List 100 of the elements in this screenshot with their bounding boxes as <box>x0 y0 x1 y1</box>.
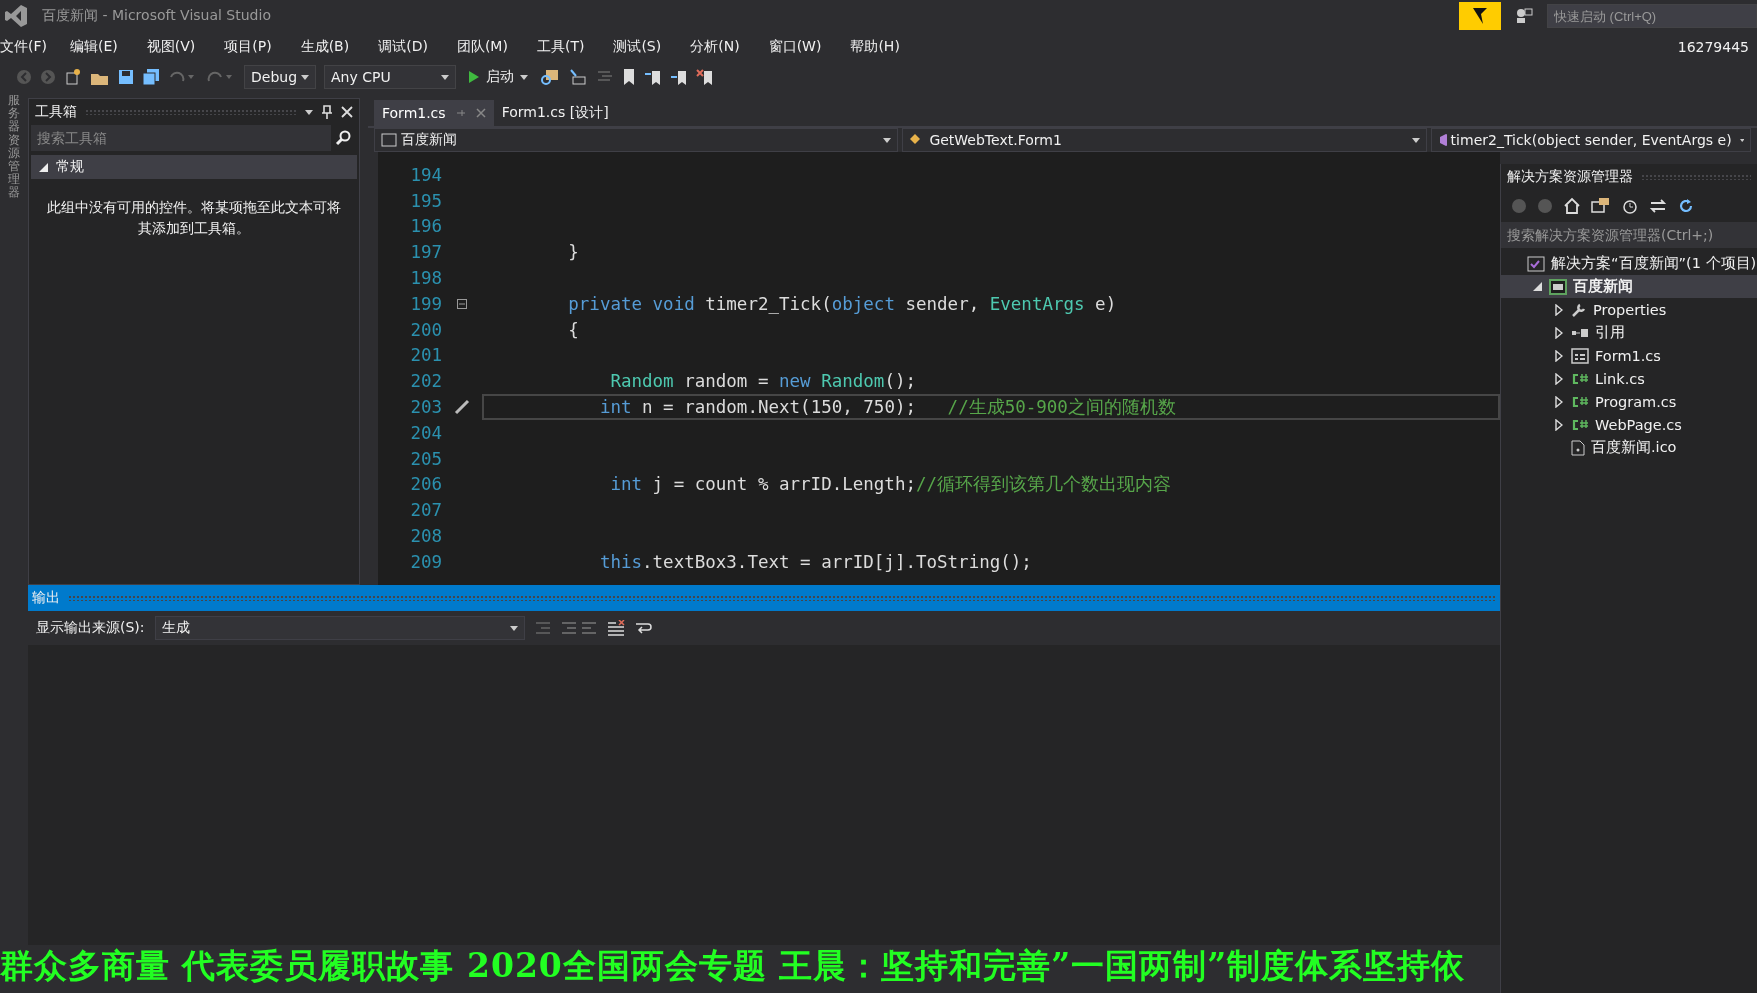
collapsed-icon[interactable] <box>1555 372 1563 385</box>
menu-item[interactable]: 生成(B) <box>300 38 361 56</box>
menu-item[interactable]: 团队(M) <box>456 38 519 56</box>
code-line: private void timer2_Tick(object sender, EventArgs e) <box>567 292 1118 316</box>
project-icon <box>1549 278 1567 295</box>
line-number: 208 <box>409 526 442 547</box>
tree-item[interactable]: WebPage.cs <box>1501 413 1757 436</box>
menu-item[interactable]: 工具(T) <box>536 38 596 56</box>
output-source-dropdown[interactable]: 生成 <box>154 616 525 640</box>
tree-item[interactable]: 解决方案“百度新闻”(1 个项目) <box>1501 252 1757 275</box>
toolbox-group[interactable]: 常规 <box>31 155 357 179</box>
refresh-icon[interactable] <box>1677 197 1695 215</box>
clear-all-icon[interactable] <box>606 620 625 636</box>
menu-item[interactable]: 项目(P) <box>224 38 283 56</box>
next-bookmark-icon[interactable] <box>670 68 688 86</box>
expanded-icon[interactable] <box>1532 282 1542 291</box>
tree-item[interactable]: Form1.cs <box>1501 344 1757 367</box>
menu-item[interactable]: 文件(F) <box>0 38 58 56</box>
chat-icon[interactable] <box>1515 7 1533 25</box>
panel-title: 输出 <box>32 589 60 607</box>
line-number: 196 <box>409 216 442 237</box>
tree-item[interactable]: Link.cs <box>1501 367 1757 390</box>
find-icon[interactable] <box>540 68 560 86</box>
line-number: 206 <box>409 474 442 495</box>
configuration-dropdown[interactable]: Debug <box>244 65 316 89</box>
line-number: 209 <box>409 551 442 572</box>
method-icon <box>1437 133 1447 147</box>
save-icon[interactable] <box>118 69 134 85</box>
caret-icon <box>1739 137 1744 143</box>
expanded-icon[interactable] <box>39 162 48 172</box>
tree-item[interactable]: Properties <box>1501 298 1757 321</box>
app-logo-icon <box>4 4 28 28</box>
line-number: 197 <box>409 242 442 263</box>
collapsed-icon[interactable] <box>1555 303 1563 316</box>
code-line: this.textBox3.Text = arrID[j].ToString(); <box>598 550 1033 574</box>
solution-icon <box>1527 255 1545 272</box>
search-field[interactable]: 搜索工具箱 <box>31 125 331 151</box>
source-label: 显示输出来源(S): <box>36 619 145 637</box>
menu-item[interactable]: 帮助(H) <box>850 38 911 56</box>
brush-icon[interactable] <box>454 399 470 416</box>
collapsed-icon[interactable] <box>1555 349 1563 362</box>
file-icon <box>1571 439 1585 456</box>
home-icon[interactable] <box>1563 197 1581 215</box>
line-number: 203 <box>409 397 442 418</box>
feedback-button[interactable] <box>1459 2 1501 30</box>
save-all-icon[interactable] <box>142 68 160 86</box>
tree-item[interactable]: Program.cs <box>1501 390 1757 413</box>
side-tab[interactable]: 服务器资源管理器 <box>8 94 20 200</box>
tree-item[interactable]: 百度新闻 <box>1501 275 1757 298</box>
word-wrap-icon[interactable] <box>634 620 653 636</box>
clear-bookmarks-icon[interactable] <box>696 68 714 86</box>
collapsed-icon[interactable] <box>1555 418 1563 431</box>
line-number: 199 <box>409 293 442 314</box>
sync-icon[interactable] <box>1649 198 1667 214</box>
scrolling-headline: 群众多商量 代表委员履职故事 2020全国两会专题 王晨：坚持和完善”一国两制”制度体系坚持依 <box>0 945 1466 987</box>
new-project-icon[interactable] <box>64 68 82 86</box>
csharp-file-icon <box>1571 395 1589 408</box>
line-number: 205 <box>409 448 442 469</box>
collapsed-icon[interactable] <box>1555 395 1563 408</box>
wrench-icon <box>1571 301 1587 318</box>
menu-item[interactable]: 测试(S) <box>613 38 673 56</box>
history-icon[interactable] <box>1621 197 1639 215</box>
panel-title: 工具箱 <box>35 103 77 121</box>
csharp-file-icon <box>1571 372 1589 385</box>
search-icon[interactable] <box>335 130 351 146</box>
dropdown-icon <box>305 109 313 115</box>
tree-item[interactable]: 引用 <box>1501 321 1757 344</box>
menu-item[interactable]: 窗口(W) <box>768 38 833 56</box>
line-number: 200 <box>409 319 442 340</box>
navigation-dropdown[interactable]: timer2_Tick(object sender, EventArgs e) <box>1430 128 1751 152</box>
caret-icon <box>883 137 892 143</box>
previous-bookmark-icon[interactable] <box>644 68 662 86</box>
bookmark-icon[interactable] <box>622 68 636 86</box>
caret-icon <box>1411 137 1420 143</box>
switch-views-icon[interactable] <box>1591 197 1611 215</box>
menu-item[interactable]: 编辑(E) <box>70 38 129 56</box>
code-line: int j = count % arrID.Length;//循环得到该第几个数出现内容 <box>609 473 1173 497</box>
code-line: Random random = new Random(); <box>609 370 917 394</box>
caret-icon <box>520 74 528 80</box>
menu-item[interactable]: 分析(N) <box>690 38 751 56</box>
form-icon <box>1571 347 1589 364</box>
menu-item[interactable]: 视图(V) <box>146 38 207 56</box>
start-button[interactable]: 启动 <box>464 68 532 86</box>
code-line: } <box>567 241 580 265</box>
menu-item[interactable]: 调试(D) <box>378 38 439 56</box>
caret-icon <box>509 625 518 631</box>
line-number: 207 <box>409 500 442 521</box>
quick-launch-field[interactable]: 快速启动 (Ctrl+Q) <box>1547 4 1757 28</box>
collapsed-icon[interactable] <box>1555 326 1563 339</box>
line-number: 195 <box>409 190 442 211</box>
navigation-dropdown[interactable]: 百度新闻 <box>374 128 899 152</box>
platform-dropdown[interactable]: Any CPU <box>324 65 456 89</box>
collapse-icon[interactable] <box>457 298 467 309</box>
account-name[interactable]: 16279445 <box>1677 39 1757 55</box>
document-tab[interactable]: Form1.cs [设计] <box>493 100 617 126</box>
references-icon <box>1571 327 1589 338</box>
navigation-dropdown[interactable]: GetWebText.Form1 <box>902 128 1427 152</box>
tree-item[interactable]: 百度新闻.ico <box>1501 436 1757 459</box>
search-field[interactable]: 搜索解决方案资源管理器(Ctrl+;) <box>1501 222 1757 248</box>
play-icon <box>468 70 480 84</box>
